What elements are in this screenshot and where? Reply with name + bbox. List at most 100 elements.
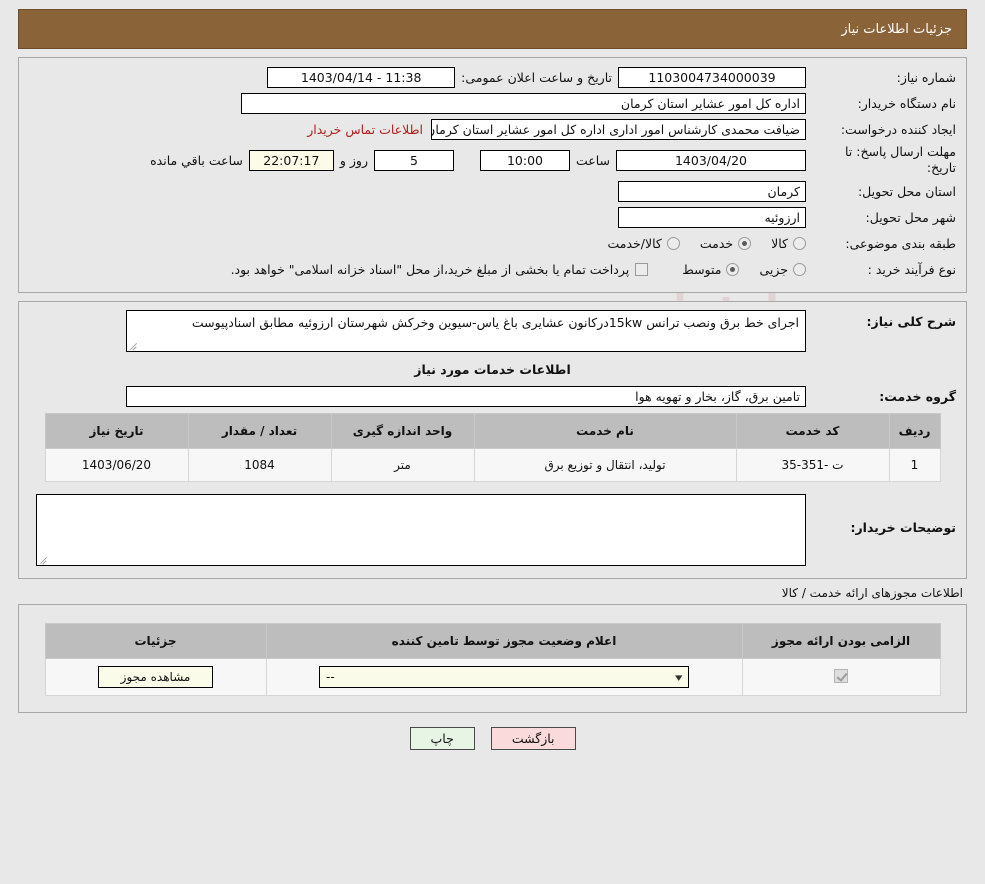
col-row: ردیف <box>888 413 941 449</box>
view-permit-button[interactable]: مشاهده مجوز <box>97 666 214 688</box>
response-deadline-label: مهلت ارسال پاسخ: تا تاریخ: <box>845 144 956 175</box>
need-number-label: شماره نیاز: <box>896 69 956 85</box>
col-permit-status: اعلام وضعیت مجوز توسط تامین کننده <box>265 623 743 659</box>
need-description-panel: شرح کلی نیاز: اجرای خط برق ونصب ترانس 15… <box>18 301 967 579</box>
delivery-province-value: کرمان <box>618 180 806 202</box>
buyer-organization-label: نام دستگاه خریدار: <box>857 95 956 111</box>
purchase-process-label: نوع فرآیند خرید : <box>867 261 956 277</box>
row-purchase-process: نوع فرآیند خرید : جزیی متوسط پرداخت تمام… <box>29 258 956 280</box>
need-description-value[interactable]: اجرای خط برق ونصب ترانس 15kwدرکانون عشای… <box>126 310 806 352</box>
need-number-value: 1103004734000039 <box>618 66 806 88</box>
radio-circle-selected-icon <box>738 236 752 250</box>
permit-status-select[interactable]: ▾ -- <box>319 666 689 688</box>
row-buyer-organization: نام دستگاه خریدار: اداره کل امور عشایر ا… <box>29 92 956 114</box>
treasury-payment-checkbox[interactable]: پرداخت تمام یا بخشی از مبلغ خرید،از محل … <box>231 262 649 277</box>
row-delivery-city: شهر محل تحویل: ارزوئیه <box>29 206 956 228</box>
row-response-deadline: مهلت ارسال پاسخ: تا تاریخ: 1403/04/20 سا… <box>29 144 956 176</box>
remaining-suffix-label: ساعت باقي مانده <box>150 152 243 168</box>
row-service-group: گروه خدمت: تامین برق، گاز، بخار و تهویه … <box>29 385 956 407</box>
delivery-province-label: استان محل تحویل: <box>857 183 956 199</box>
treasury-payment-label: پرداخت تمام یا بخشی از مبلغ خرید،از محل … <box>230 261 630 277</box>
page-title-bar: جزئیات اطلاعات نیاز <box>18 9 967 49</box>
process-radio-medium[interactable]: متوسط <box>682 261 740 277</box>
chevron-down-icon: ▾ <box>675 670 683 684</box>
checkbox-icon <box>635 262 649 276</box>
resize-grip-icon[interactable] <box>39 554 49 564</box>
permits-panel: الزامی بودن ارائه مجوز اعلام وضعیت مجوز … <box>18 604 967 713</box>
request-creator-label: ایجاد کننده درخواست: <box>840 121 956 137</box>
delivery-city-value: ارزوئیه <box>618 206 806 228</box>
cell-permit-required <box>741 658 941 696</box>
cell-permit-details: مشاهده مجوز <box>44 658 267 696</box>
radio-circle-selected-icon <box>726 262 740 276</box>
permits-table: الزامی بودن ارائه مجوز اعلام وضعیت مجوز … <box>44 623 941 696</box>
cell-name: تولید، انتقال و توزیع برق <box>473 448 737 482</box>
back-button[interactable]: بازگشت <box>490 727 576 750</box>
remaining-clock-value: 22:07:17 <box>248 149 334 171</box>
need-description-label: شرح کلی نیاز: <box>866 314 956 329</box>
need-description-text: اجرای خط برق ونصب ترانس 15kwدرکانون عشای… <box>191 315 799 330</box>
col-unit: واحد اندازه گیری <box>330 413 475 449</box>
print-button[interactable]: چاپ <box>409 727 475 750</box>
service-group-label: گروه خدمت: <box>879 388 956 404</box>
remaining-days-suffix: روز و <box>339 152 368 168</box>
announcement-label: تاریخ و ساعت اعلان عمومی: <box>461 69 612 85</box>
resize-grip-icon[interactable] <box>129 340 139 350</box>
request-creator-value: ضیافت محمدی کارشناس امور اداری اداره کل … <box>431 118 806 140</box>
deadline-time-value: 10:00 <box>479 149 570 171</box>
category-radio-goods-service-label: کالا/خدمت <box>607 235 662 251</box>
services-section-title: اطلاعات خدمات مورد نیاز <box>414 362 571 377</box>
delivery-city-label: شهر محل تحویل: <box>865 209 956 225</box>
footer-button-bar: بازگشت چاپ <box>0 727 985 750</box>
buyer-notes-value[interactable] <box>36 494 806 566</box>
permit-required-checkbox-checked-icon <box>834 668 848 683</box>
remaining-days-value: 5 <box>373 149 454 171</box>
col-permit-required: الزامی بودن ارائه مجوز <box>741 623 941 659</box>
col-code: کد خدمت <box>735 413 890 449</box>
subject-category-label: طبقه بندی موضوعی: <box>845 235 956 251</box>
col-permit-details: جزئیات <box>44 623 267 659</box>
category-radio-goods-service[interactable]: کالا/خدمت <box>607 235 680 251</box>
service-group-value: تامین برق، گاز، بخار و تهویه هوا <box>126 385 806 407</box>
services-table: ردیف کد خدمت نام خدمت واحد اندازه گیری ت… <box>44 413 941 482</box>
table-row: ▾ -- مشاهده مجوز <box>44 658 941 696</box>
cell-unit: متر <box>330 448 475 482</box>
cell-permit-status: ▾ -- <box>265 658 743 696</box>
services-table-header-row: ردیف کد خدمت نام خدمت واحد اندازه گیری ت… <box>44 413 941 449</box>
row-delivery-province: استان محل تحویل: کرمان <box>29 180 956 202</box>
cell-need-date: 1403/06/20 <box>44 448 189 482</box>
col-name: نام خدمت <box>473 413 737 449</box>
buyer-organization-value: اداره کل امور عشایر استان کرمان <box>241 92 806 114</box>
announcement-datetime-value: 1403/04/14 - 11:38 <box>267 66 456 88</box>
row-need-description: شرح کلی نیاز: اجرای خط برق ونصب ترانس 15… <box>29 310 956 352</box>
row-request-creator: ایجاد کننده درخواست: ضیافت محمدی کارشناس… <box>29 118 956 140</box>
row-buyer-notes: توضیحات خریدار: <box>29 494 956 566</box>
deadline-time-label: ساعت <box>575 152 610 168</box>
process-radio-minor-label: جزیی <box>759 261 788 277</box>
radio-circle-icon <box>666 236 680 250</box>
row-need-number: شماره نیاز: 1103004734000039 تاریخ و ساع… <box>29 66 956 88</box>
col-need-date: تاریخ نیاز <box>44 413 189 449</box>
permits-section-title: اطلاعات مجوزهای ارائه خدمت / کالا <box>781 586 963 600</box>
permits-table-header-row: الزامی بودن ارائه مجوز اعلام وضعیت مجوز … <box>44 623 941 659</box>
process-radio-medium-label: متوسط <box>682 261 722 277</box>
buyer-notes-label: توضیحات خریدار: <box>850 520 956 535</box>
category-radio-service[interactable]: خدمت <box>699 235 752 251</box>
page-title: جزئیات اطلاعات نیاز <box>841 21 952 37</box>
category-radio-service-label: خدمت <box>699 235 734 251</box>
table-row: 1 ت -351-35 تولید، انتقال و توزیع برق مت… <box>44 448 941 482</box>
cell-row: 1 <box>888 448 941 482</box>
buyer-contact-link[interactable]: اطلاعات تماس خریدار <box>299 122 431 137</box>
cell-code: ت -351-35 <box>735 448 890 482</box>
process-radio-minor[interactable]: جزیی <box>759 262 806 277</box>
category-radio-goods[interactable]: کالا <box>771 236 806 251</box>
permit-status-value: -- <box>326 670 335 684</box>
row-subject-category: طبقه بندی موضوعی: کالا خدمت کالا/خدمت <box>29 232 956 254</box>
deadline-date-value: 1403/04/20 <box>616 149 806 171</box>
col-qty: تعداد / مقدار <box>187 413 332 449</box>
cell-qty: 1084 <box>187 448 332 482</box>
category-radio-goods-label: کالا <box>771 235 788 251</box>
need-info-panel: شماره نیاز: 1103004734000039 تاریخ و ساع… <box>18 57 967 293</box>
radio-circle-icon <box>793 262 806 276</box>
radio-circle-icon <box>793 236 806 250</box>
